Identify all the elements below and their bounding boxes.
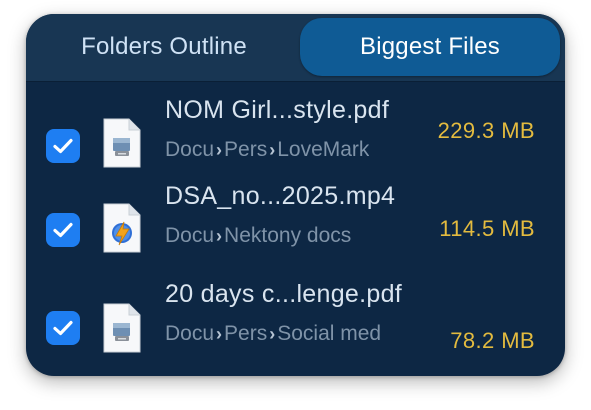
tab-biggest-files[interactable]: Biggest Files	[300, 18, 560, 76]
pdf-file-icon	[103, 303, 141, 353]
file-row[interactable]: 20 days c...lenge.pdf Docu › Pers › Soci…	[26, 280, 565, 376]
path-chevron-icon: ›	[269, 139, 276, 160]
file-row[interactable]: DSA_no...2025.mp4 Docu › Nektony docs 11…	[26, 180, 565, 280]
checkmark-icon	[53, 222, 73, 238]
file-path: Docu › Pers › LoveMark	[165, 138, 401, 162]
checkmark-icon	[53, 138, 73, 154]
path-chevron-icon: ›	[216, 225, 223, 246]
biggest-files-panel: Folders Outline Biggest Files NOM Girl..…	[26, 14, 565, 376]
file-name: 20 days c...lenge.pdf	[165, 280, 403, 308]
file-checkbox[interactable]	[46, 129, 80, 163]
file-path: Docu › Nektony docs	[165, 224, 401, 248]
file-size: 229.3 MB	[437, 118, 535, 143]
file-size: 78.2 MB	[450, 328, 535, 353]
tab-bar: Folders Outline Biggest Files	[26, 14, 565, 82]
file-checkbox[interactable]	[46, 213, 80, 247]
tab-biggest-files-label: Biggest Files	[360, 33, 500, 60]
file-size: 114.5 MB	[439, 216, 535, 241]
file-name: DSA_no...2025.mp4	[165, 182, 396, 210]
video-file-icon	[103, 203, 141, 253]
checkmark-icon	[53, 320, 73, 336]
path-segment: Pers	[224, 322, 268, 345]
path-segment: Docu	[165, 322, 215, 345]
path-segment: Social med	[277, 322, 382, 345]
path-segment: Pers	[224, 138, 268, 161]
path-segment: Docu	[165, 224, 215, 247]
tab-folders-outline-label: Folders Outline	[81, 33, 247, 60]
file-path: Docu › Pers › Social med	[165, 322, 401, 346]
pdf-file-icon	[103, 118, 141, 168]
path-segment: Nektony docs	[224, 224, 352, 247]
path-chevron-icon: ›	[216, 323, 223, 344]
tab-folders-outline[interactable]: Folders Outline	[32, 18, 296, 76]
file-checkbox[interactable]	[46, 311, 80, 345]
path-segment: LoveMark	[277, 138, 370, 161]
path-chevron-icon: ›	[216, 139, 223, 160]
path-chevron-icon: ›	[269, 323, 276, 344]
file-name: NOM Girl...style.pdf	[165, 96, 390, 124]
file-row[interactable]: NOM Girl...style.pdf Docu › Pers › LoveM…	[26, 82, 565, 182]
path-segment: Docu	[165, 138, 215, 161]
